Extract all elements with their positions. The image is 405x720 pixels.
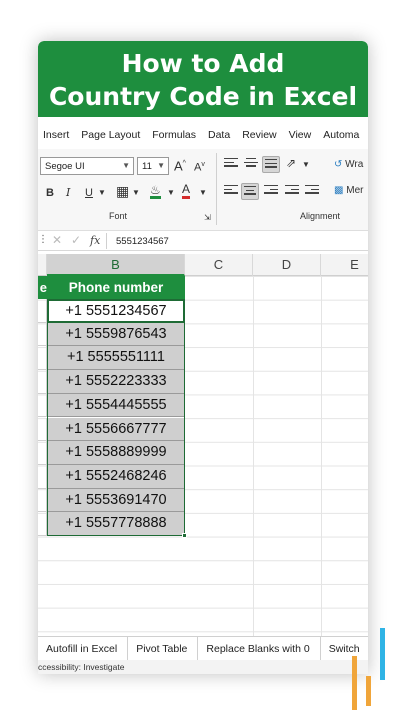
phone-cell[interactable]: +1 5559876543 bbox=[47, 322, 185, 347]
ribbon-tabs: Insert Page Layout Formulas Data Review … bbox=[38, 124, 368, 146]
chevron-down-icon[interactable]: ▼ bbox=[302, 158, 310, 172]
italic-button[interactable]: I bbox=[66, 186, 70, 200]
insert-function-button[interactable]: fx bbox=[90, 234, 100, 247]
dialog-launcher-icon[interactable]: ⇲ bbox=[204, 211, 211, 225]
formula-bar: ⋮ ✕ ✓ fx 5551234567 bbox=[38, 231, 368, 251]
font-size-select[interactable]: 11 ▼ bbox=[137, 157, 169, 175]
phone-cell[interactable]: +1 5557778888 bbox=[47, 512, 185, 536]
accent-bar-orange-short bbox=[366, 676, 371, 706]
formula-divider bbox=[106, 233, 107, 249]
phone-cell[interactable]: +1 5551234567 bbox=[47, 299, 185, 323]
chevron-down-icon[interactable]: ▼ bbox=[167, 186, 175, 200]
phone-cell[interactable]: +1 5552223333 bbox=[47, 370, 185, 394]
formula-input[interactable]: 5551234567 bbox=[116, 236, 169, 247]
tab-formulas[interactable]: Formulas bbox=[147, 124, 203, 146]
tab-page-layout[interactable]: Page Layout bbox=[76, 124, 147, 146]
sheet-tabs: Autofill in Excel Pivot Table Replace Bl… bbox=[38, 636, 368, 660]
column-header-c[interactable]: C bbox=[185, 254, 253, 276]
sheet-tab-autofill[interactable]: Autofill in Excel bbox=[38, 637, 129, 660]
status-bar: ccessibility: Investigate bbox=[38, 660, 368, 674]
phone-cell[interactable]: +1 5555551111 bbox=[47, 346, 185, 371]
chevron-down-icon: ▼ bbox=[157, 161, 165, 170]
phone-cell[interactable]: +1 5558889999 bbox=[47, 441, 185, 465]
decrease-indent-icon[interactable] bbox=[285, 185, 299, 197]
cell-a[interactable] bbox=[38, 393, 47, 418]
cell-a[interactable] bbox=[38, 441, 47, 465]
gridline-vertical bbox=[321, 276, 322, 639]
align-bottom-icon[interactable] bbox=[262, 156, 280, 173]
font-size-value: 11 bbox=[142, 161, 152, 172]
fill-handle[interactable] bbox=[182, 533, 187, 538]
chevron-down-icon[interactable]: ▼ bbox=[132, 186, 140, 200]
phone-cell[interactable]: +1 5552468246 bbox=[47, 464, 185, 489]
shrink-font-button[interactable]: Av bbox=[194, 158, 205, 175]
accent-bar-blue bbox=[380, 628, 385, 680]
font-color-button[interactable]: A bbox=[182, 183, 191, 199]
cell-a[interactable] bbox=[38, 512, 47, 536]
ribbon: Segoe UI ▼ 11 ▼ A^ Av B I U ▼ ▦ ▼ ♨ ▼ A … bbox=[38, 149, 368, 231]
column-headers: B C D E bbox=[38, 254, 368, 276]
enter-icon[interactable]: ✓ bbox=[71, 233, 81, 247]
increase-indent-icon[interactable] bbox=[305, 185, 319, 197]
tab-data[interactable]: Data bbox=[203, 124, 237, 146]
column-header-e[interactable]: E bbox=[321, 254, 368, 276]
column-header-d[interactable]: D bbox=[253, 254, 321, 276]
cell-a[interactable] bbox=[38, 299, 47, 323]
title-line-2: Country Code in Excel bbox=[48, 82, 358, 111]
chevron-down-icon[interactable]: ▼ bbox=[98, 186, 106, 200]
accent-bar-orange bbox=[352, 656, 357, 710]
grow-font-button[interactable]: A^ bbox=[174, 157, 186, 173]
underline-button[interactable]: U bbox=[85, 186, 93, 200]
title-line-1: How to Add bbox=[121, 49, 285, 78]
align-left-icon[interactable] bbox=[224, 185, 238, 197]
cell-a[interactable] bbox=[38, 417, 47, 442]
tab-review[interactable]: Review bbox=[237, 124, 283, 146]
wrap-text-button[interactable]: ↺ Wra bbox=[334, 158, 363, 172]
align-center-icon[interactable] bbox=[241, 183, 259, 200]
tab-view[interactable]: View bbox=[284, 124, 319, 146]
fill-color-icon[interactable]: ♨ bbox=[150, 184, 161, 199]
cell-b1-header[interactable]: Phone number bbox=[47, 276, 185, 299]
cell-a[interactable] bbox=[38, 370, 47, 394]
borders-icon[interactable]: ▦ bbox=[116, 184, 129, 198]
tab-insert[interactable]: Insert bbox=[38, 124, 76, 146]
align-right-icon[interactable] bbox=[264, 185, 278, 197]
ribbon-divider bbox=[216, 153, 217, 225]
column-header-b[interactable]: B bbox=[47, 254, 185, 276]
align-top-icon[interactable] bbox=[224, 158, 238, 170]
merge-center-button[interactable]: ▩ Mer bbox=[334, 184, 363, 198]
phone-cell[interactable]: +1 5553691470 bbox=[47, 488, 185, 513]
align-middle-icon[interactable] bbox=[244, 158, 258, 170]
cell-a[interactable] bbox=[38, 322, 47, 347]
chevron-down-icon[interactable]: ▼ bbox=[199, 186, 207, 200]
phone-cell[interactable]: +1 5554445555 bbox=[47, 393, 185, 418]
cancel-icon[interactable]: ✕ bbox=[52, 233, 62, 247]
more-icon[interactable]: ⋮ bbox=[38, 234, 48, 245]
column-header-a[interactable] bbox=[38, 254, 47, 276]
worksheet-grid[interactable]: B C D E e Phone number +1 5551234567 +1 5… bbox=[38, 254, 368, 639]
tab-automate[interactable]: Automa bbox=[318, 124, 366, 146]
sheet-tab-pivot-table[interactable]: Pivot Table bbox=[128, 637, 199, 660]
sheet-tab-replace-blanks[interactable]: Replace Blanks with 0 bbox=[198, 637, 321, 660]
cell-a1[interactable]: e bbox=[38, 276, 47, 299]
font-name-select[interactable]: Segoe UI ▼ bbox=[40, 157, 134, 175]
cell-a[interactable] bbox=[38, 464, 47, 489]
phone-cell[interactable]: +1 5556667777 bbox=[47, 417, 185, 442]
chevron-down-icon: ▼ bbox=[122, 161, 130, 170]
orientation-icon[interactable]: ⇗ bbox=[286, 156, 296, 170]
cell-a[interactable] bbox=[38, 346, 47, 371]
font-group-label: Font bbox=[109, 211, 128, 221]
gridline-vertical bbox=[253, 276, 254, 639]
font-name-value: Segoe UI bbox=[45, 161, 85, 172]
bold-button[interactable]: B bbox=[46, 186, 54, 200]
excel-window: How to Add Country Code in Excel Insert … bbox=[38, 41, 368, 674]
sheet-tab-switch[interactable]: Switch bbox=[321, 637, 368, 660]
cell-a[interactable] bbox=[38, 488, 47, 513]
title-banner: How to Add Country Code in Excel bbox=[38, 41, 368, 117]
alignment-group-label: Alignment bbox=[300, 211, 341, 221]
